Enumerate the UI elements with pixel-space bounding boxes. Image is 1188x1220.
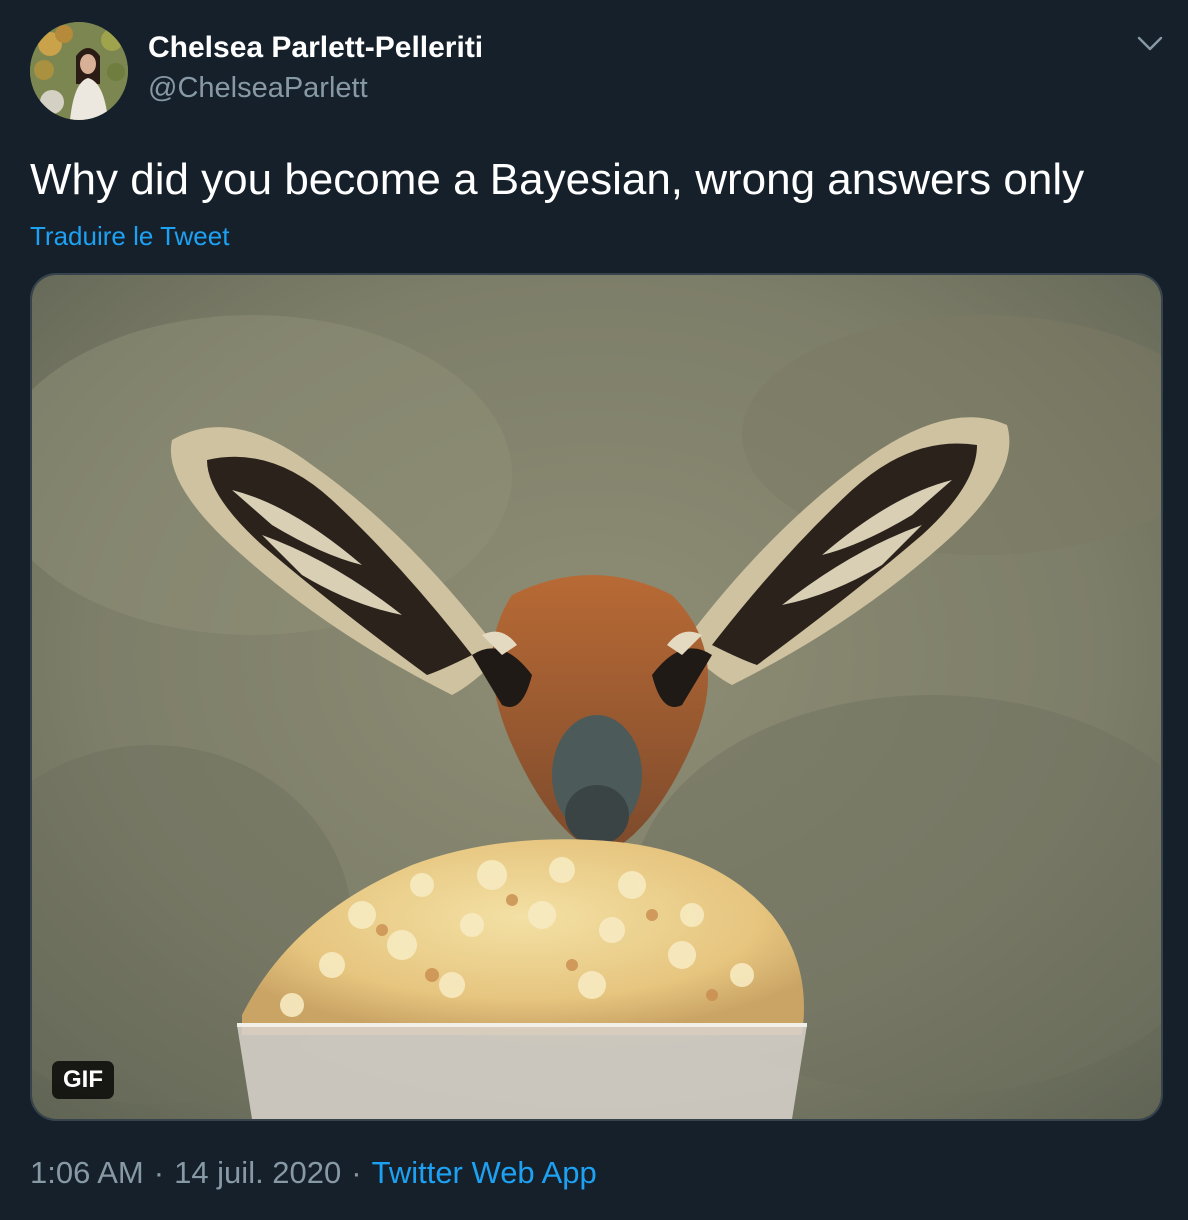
meta-separator: · — [153, 1155, 165, 1190]
tweet-media-gif[interactable]: GIF — [30, 273, 1163, 1121]
author-handle[interactable]: @ChelseaParlett — [148, 70, 368, 106]
tweet-time[interactable]: 1:06 AM — [30, 1155, 144, 1190]
avatar-image — [30, 22, 128, 120]
tweet-source-link[interactable]: Twitter Web App — [372, 1155, 597, 1190]
tweet-text: Why did you become a Bayesian, wrong ans… — [30, 155, 1085, 204]
author-display-name[interactable]: Chelsea Parlett-Pelleriti — [148, 30, 483, 66]
meta-separator: · — [351, 1155, 362, 1190]
tweet-card: Chelsea Parlett-Pelleriti @ChelseaParlet… — [0, 0, 1188, 1220]
more-options-button[interactable] — [1128, 26, 1172, 62]
gif-badge: GIF — [52, 1061, 114, 1099]
tweet-date[interactable]: 14 juil. 2020 — [174, 1155, 341, 1190]
translate-tweet-link[interactable]: Traduire le Tweet — [30, 220, 229, 252]
tweet-meta: 1:06 AM · 14 juil. 2020 · Twitter Web App — [30, 1153, 597, 1193]
avatar[interactable] — [30, 22, 128, 120]
gif-image — [32, 275, 1161, 1119]
chevron-down-icon — [1137, 36, 1163, 51]
